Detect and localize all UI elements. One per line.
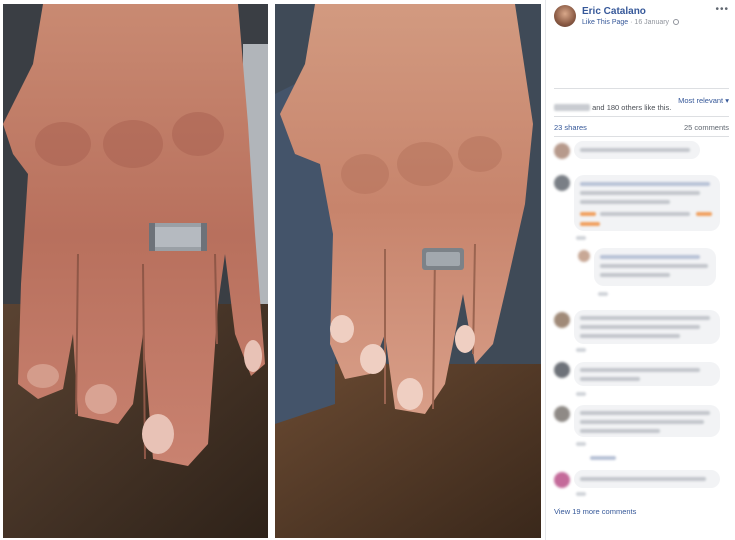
comment-bubble xyxy=(574,362,720,386)
reply-actions-blurred[interactable] xyxy=(598,292,608,296)
comment-text-blurred xyxy=(580,182,710,186)
emoji-blurred xyxy=(580,222,600,226)
reply-text-blurred xyxy=(600,255,700,259)
comment-actions-blurred[interactable] xyxy=(576,442,586,446)
sort-dropdown[interactable]: Most relevant ▾ xyxy=(678,96,729,105)
comment-text-blurred xyxy=(580,429,660,433)
photo-left-hand[interactable] xyxy=(3,4,268,538)
comment-actions-blurred[interactable] xyxy=(576,236,586,240)
more-dots-icon[interactable]: ••• xyxy=(715,4,729,15)
chevron-down-icon: ▾ xyxy=(725,96,729,105)
comment-text-blurred xyxy=(580,477,706,481)
divider xyxy=(554,88,729,89)
comment-actions-blurred[interactable] xyxy=(576,392,586,396)
reply-text-blurred xyxy=(600,273,670,277)
like-page-link[interactable]: Like This Page xyxy=(582,19,628,26)
comment-avatar[interactable] xyxy=(554,406,570,422)
divider xyxy=(554,116,729,117)
blurred-names xyxy=(554,104,590,111)
hand-photo-right xyxy=(275,4,541,538)
comments-count[interactable]: 25 comments xyxy=(684,123,729,132)
reply-text-blurred xyxy=(600,264,708,268)
shares-link[interactable]: 23 shares xyxy=(554,123,587,132)
likes-summary[interactable]: and 180 others like this. xyxy=(554,103,671,112)
reply-avatar[interactable] xyxy=(578,250,590,262)
globe-icon xyxy=(673,19,680,25)
comment-avatar[interactable] xyxy=(554,175,570,191)
post-sidebar: Eric Catalano Like This Page · 16 Januar… xyxy=(545,0,735,540)
comment-text-blurred xyxy=(580,420,704,424)
comment-avatar[interactable] xyxy=(554,143,570,159)
comment-actions-blurred[interactable] xyxy=(576,348,586,352)
comment-text-blurred xyxy=(580,325,700,329)
comment-text-blurred xyxy=(580,368,700,372)
comment-text-blurred xyxy=(580,316,710,320)
divider xyxy=(554,136,729,137)
comment-text-blurred xyxy=(580,191,700,195)
replies-link-blurred[interactable] xyxy=(590,456,616,460)
hand-photo-left xyxy=(3,4,268,538)
page-name-link[interactable]: Eric Catalano xyxy=(582,6,646,17)
comment-text-blurred xyxy=(580,334,680,338)
post-meta: Like This Page · 16 January xyxy=(582,19,680,26)
facebook-photo-viewer: Eric Catalano Like This Page · 16 Januar… xyxy=(0,0,735,540)
photo-area xyxy=(0,0,545,540)
sort-label: Most relevant xyxy=(678,96,724,105)
post-date[interactable]: 16 January xyxy=(634,19,669,26)
comment-text-blurred xyxy=(580,411,710,415)
likes-text: and 180 others like this. xyxy=(592,103,672,112)
comment-text-blurred xyxy=(580,200,670,204)
photo-right-hand[interactable] xyxy=(275,4,541,538)
comment-text-blurred xyxy=(600,212,690,216)
page-avatar[interactable] xyxy=(554,5,576,27)
emoji-blurred xyxy=(696,212,712,216)
comment-avatar[interactable] xyxy=(554,312,570,328)
view-more-comments-link[interactable]: View 19 more comments xyxy=(554,507,636,516)
comment-text-blurred xyxy=(580,148,690,152)
comment-avatar[interactable] xyxy=(554,472,570,488)
comment-actions-blurred[interactable] xyxy=(576,492,586,496)
comment-text-blurred xyxy=(580,377,640,381)
emoji-blurred xyxy=(580,212,596,216)
comment-avatar[interactable] xyxy=(554,362,570,378)
